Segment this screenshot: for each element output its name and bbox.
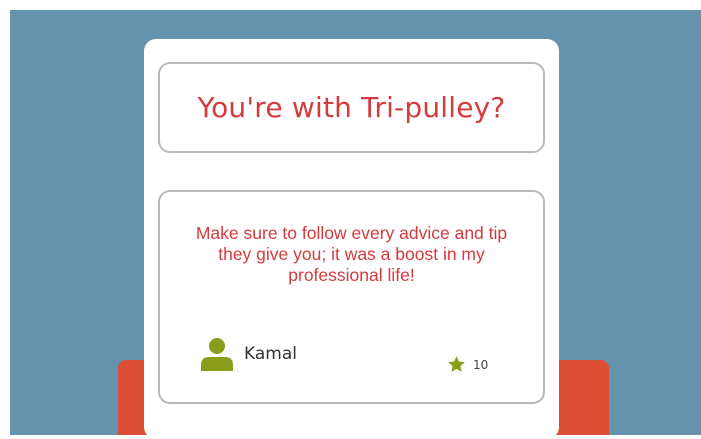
user-icon <box>201 338 233 371</box>
question-box: You're with Tri-pulley? <box>158 62 545 153</box>
review-quote: Make sure to follow every advice and tip… <box>195 223 508 285</box>
review-box: Make sure to follow every advice and tip… <box>158 190 545 404</box>
rating-count: 10 <box>473 357 489 372</box>
star-icon <box>448 356 465 372</box>
reviewer-info: Kamal <box>200 337 297 371</box>
rating: 10 <box>447 355 488 374</box>
reviewer-name: Kamal <box>244 344 297 364</box>
question-heading: You're with Tri-pulley? <box>197 91 506 124</box>
review-card: You're with Tri-pulley? Make sure to fol… <box>144 39 559 439</box>
